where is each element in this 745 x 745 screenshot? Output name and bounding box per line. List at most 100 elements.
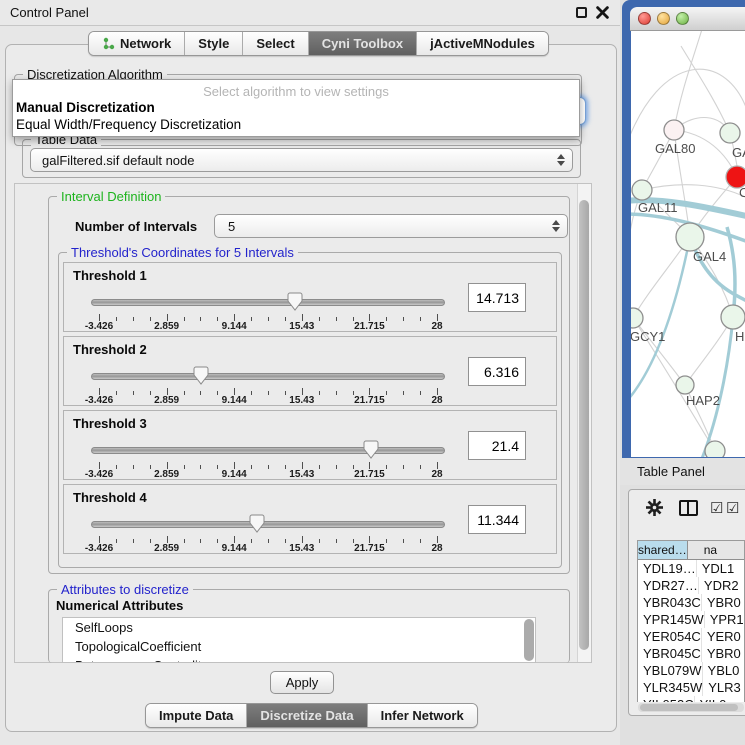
- slider-track[interactable]: [91, 521, 445, 528]
- list-scrollbar-thumb[interactable]: [524, 619, 534, 661]
- list-item[interactable]: TopologicalCoefficient: [63, 637, 535, 656]
- scale-label: 28: [431, 395, 442, 406]
- control-panel-tabbar: Network Style Select Cyni Toolbox jActiv…: [88, 31, 549, 56]
- slider-track[interactable]: [91, 373, 445, 380]
- vertical-scrollbar-thumb[interactable]: [579, 200, 589, 650]
- cell: YBR045C: [638, 645, 702, 662]
- column-header-shared-name[interactable]: shared…: [638, 541, 688, 560]
- slider-track[interactable]: [91, 299, 445, 306]
- node-gal80[interactable]: [664, 120, 684, 140]
- table-row[interactable]: YLR345WYLR3: [638, 679, 744, 696]
- threshold-slider[interactable]: [91, 366, 445, 386]
- tab-select[interactable]: Select: [243, 32, 308, 55]
- scale-label: 2.859: [154, 469, 179, 480]
- close-icon[interactable]: [596, 6, 609, 19]
- list-item[interactable]: BetweennessCentrality: [63, 656, 535, 663]
- threshold-value-field[interactable]: 6.316: [468, 357, 526, 386]
- threshold-slider[interactable]: [91, 440, 445, 460]
- scale-label: 15.43: [289, 395, 314, 406]
- threshold-card: Threshold 3 -3.4262.8599.14415.4321.7152…: [63, 410, 557, 480]
- cell: YBL079W: [638, 662, 703, 679]
- node-table: shared… na YDL19…YDL1 YDR27…YDR2 YBR043C…: [637, 540, 745, 702]
- columns-icon[interactable]: [679, 500, 698, 516]
- table-row[interactable]: YDL19…YDL1: [638, 560, 744, 577]
- table-row[interactable]: YPR145WYPR1: [638, 611, 744, 628]
- slider-thumb-icon[interactable]: [249, 514, 265, 533]
- gear-icon[interactable]: [646, 499, 663, 516]
- threshold-slider[interactable]: [91, 292, 445, 312]
- algorithm-option-manual[interactable]: Manual Discretization: [16, 100, 155, 115]
- horizontal-scrollbar-thumb[interactable]: [640, 704, 738, 711]
- tab-style[interactable]: Style: [185, 32, 243, 55]
- network-view-canvas[interactable]: GAL80 GA C GAL11 GAL4 GCY1 H HAP2: [631, 31, 745, 457]
- cell: YDR2: [699, 577, 744, 594]
- table-row[interactable]: YER054CYER0: [638, 628, 744, 645]
- tab-jactivemnodules[interactable]: jActiveMNodules: [417, 32, 548, 55]
- tab-infer-network[interactable]: Infer Network: [368, 704, 477, 727]
- node-gal11[interactable]: [632, 180, 652, 200]
- scale-label: 15.43: [289, 543, 314, 554]
- slider-scale-labels: -3.4262.8599.14415.4321.71528: [99, 395, 437, 406]
- slider-thumb-icon[interactable]: [287, 292, 303, 311]
- node-bottom[interactable]: [705, 441, 725, 457]
- tab-impute-data-label: Impute Data: [159, 708, 233, 723]
- scale-label: 9.144: [222, 469, 247, 480]
- table-row[interactable]: YBR045CYBR0: [638, 645, 744, 662]
- table-header-row: shared… na: [638, 541, 744, 560]
- network-window-titlebar[interactable]: [630, 7, 745, 31]
- node-gal4[interactable]: [676, 223, 704, 251]
- threshold-value-field[interactable]: 21.4: [468, 431, 526, 460]
- node-h[interactable]: [721, 305, 745, 329]
- scale-label: 28: [431, 321, 442, 332]
- tab-impute-data[interactable]: Impute Data: [146, 704, 247, 727]
- checkbox-icon[interactable]: ☑: [710, 499, 723, 517]
- slider-ticks: [99, 314, 437, 321]
- horizontal-scrollbar[interactable]: [638, 703, 744, 712]
- thresholds-group-title: Threshold's Coordinates for 5 Intervals: [67, 245, 298, 260]
- float-window-icon[interactable]: [576, 7, 587, 18]
- table-data-combobox[interactable]: galFiltered.sif default node: [30, 148, 573, 172]
- tab-select-label: Select: [256, 36, 294, 51]
- algorithm-dropdown-popup: Select algorithm to view settings Manual…: [12, 79, 580, 137]
- node-top-right[interactable]: [720, 123, 740, 143]
- tab-cyni-toolbox-label: Cyni Toolbox: [322, 36, 403, 51]
- table-row[interactable]: YDR27…YDR2: [638, 577, 744, 594]
- node-hap2[interactable]: [676, 376, 694, 394]
- slider-thumb-icon[interactable]: [193, 366, 209, 385]
- threshold-value-field[interactable]: 14.713: [468, 283, 526, 312]
- zoom-traffic-light-icon[interactable]: [676, 12, 689, 25]
- checkbox-icon[interactable]: ☑: [726, 499, 739, 517]
- tab-discretize-data[interactable]: Discretize Data: [247, 704, 367, 727]
- scale-label: 9.144: [222, 321, 247, 332]
- table-body: YDL19…YDL1 YDR27…YDR2 YBR043CYBR0 YPR145…: [638, 560, 744, 702]
- algorithm-placeholder: Select algorithm to view settings: [13, 84, 579, 99]
- cell: YLR3: [703, 679, 744, 696]
- slider-track[interactable]: [91, 447, 445, 454]
- table-row[interactable]: YBR043CYBR0: [638, 594, 744, 611]
- node-label: GAL80: [655, 141, 695, 156]
- scale-label: 9.144: [222, 395, 247, 406]
- threshold-value-field[interactable]: 11.344: [468, 505, 526, 534]
- cell: YPR1: [705, 611, 744, 628]
- table-data-value: galFiltered.sif default node: [42, 153, 194, 168]
- minimize-traffic-light-icon[interactable]: [657, 12, 670, 25]
- cell: YBR043C: [638, 594, 702, 611]
- algorithm-option-equal-width[interactable]: Equal Width/Frequency Discretization: [16, 117, 241, 132]
- number-of-intervals-combobox[interactable]: 5: [214, 214, 568, 238]
- cell: YER0: [702, 628, 744, 645]
- table-row[interactable]: YIL052CYIL0: [638, 696, 744, 702]
- table-panel-titlebar: Table Panel: [620, 458, 745, 485]
- column-header-name[interactable]: na: [688, 541, 744, 560]
- node-gcy1[interactable]: [631, 308, 643, 328]
- slider-scale-labels: -3.4262.8599.14415.4321.71528: [99, 321, 437, 332]
- threshold-slider[interactable]: [91, 514, 445, 534]
- slider-thumb-icon[interactable]: [363, 440, 379, 459]
- apply-button[interactable]: Apply: [270, 671, 334, 694]
- tab-cyni-toolbox[interactable]: Cyni Toolbox: [309, 32, 417, 55]
- list-item[interactable]: SelfLoops: [63, 618, 535, 637]
- close-traffic-light-icon[interactable]: [638, 12, 651, 25]
- scale-label: 28: [431, 469, 442, 480]
- tab-network[interactable]: Network: [89, 32, 185, 55]
- scale-label: -3.426: [85, 469, 113, 480]
- table-row[interactable]: YBL079WYBL0: [638, 662, 744, 679]
